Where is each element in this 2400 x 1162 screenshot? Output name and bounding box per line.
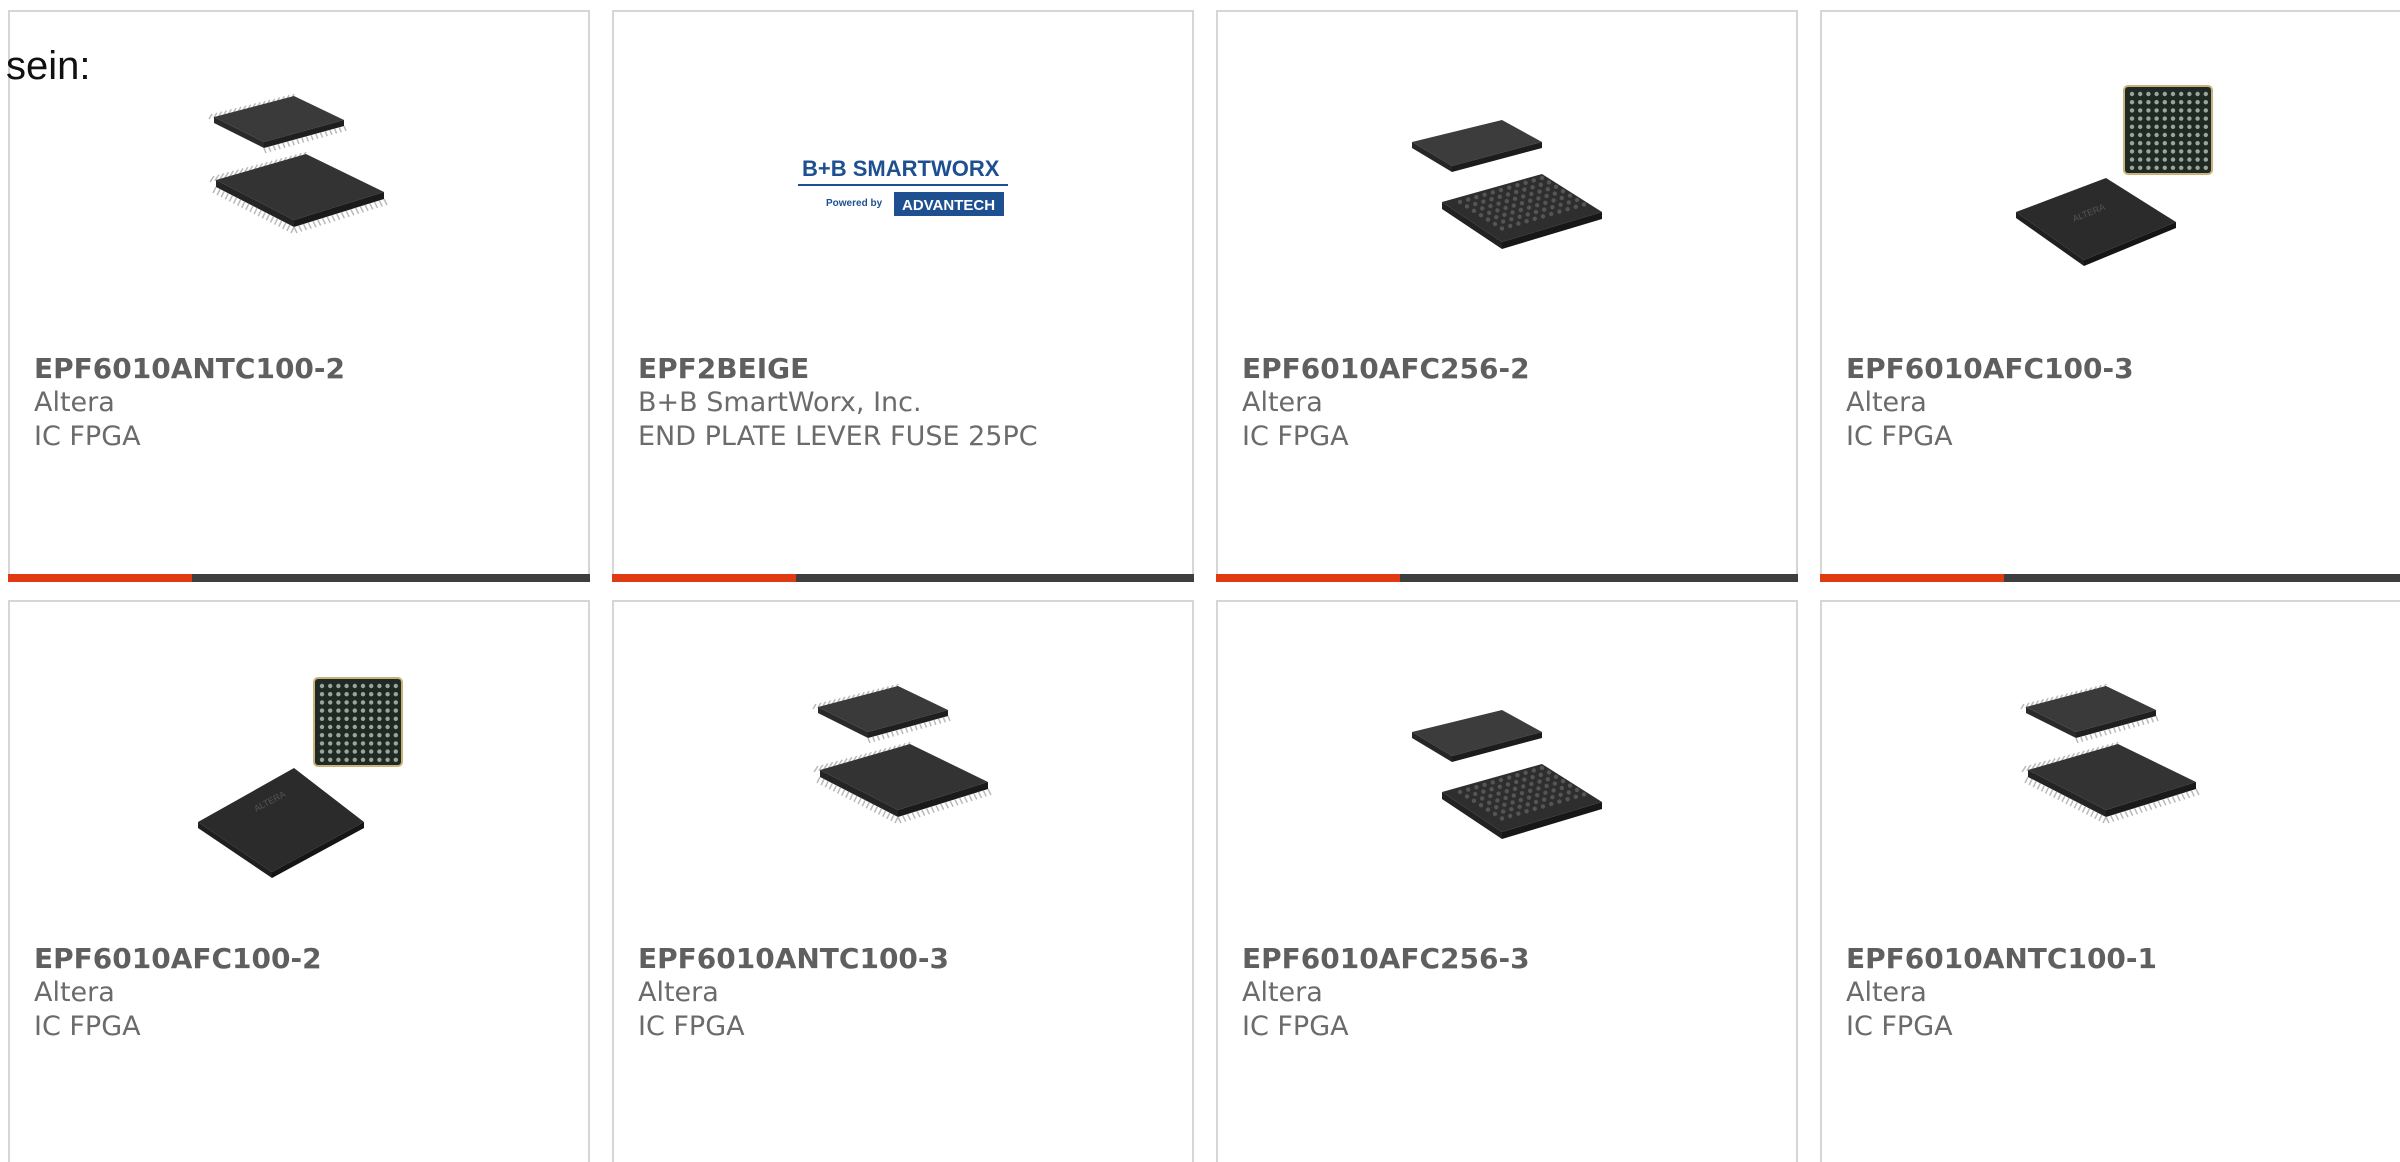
- card-accent-bar: [1216, 574, 1798, 582]
- tqfp-chip-icon: [194, 82, 404, 292]
- svg-text:Powered by: Powered by: [826, 198, 883, 209]
- manufacturer: Altera: [1242, 387, 1323, 418]
- part-number[interactable]: EPF6010AFC256-2: [1242, 352, 1530, 386]
- product-card[interactable]: EPF6010ANTC100-2 Altera IC FPGA: [8, 10, 590, 582]
- manufacturer: Altera: [638, 977, 719, 1008]
- bb-smartworx-logo: B+B SMARTWORX Powered by ADVANTECH: [798, 82, 1008, 292]
- part-number[interactable]: EPF6010ANTC100-2: [34, 352, 345, 386]
- product-card[interactable]: ALTERA EPF6010AFC100-2 Altera IC FPGA: [8, 600, 590, 1162]
- product-card[interactable]: EPF6010AFC256-2 Altera IC FPGA: [1216, 10, 1798, 582]
- card-accent-bar: [8, 574, 590, 582]
- part-number[interactable]: EPF2BEIGE: [638, 352, 809, 386]
- manufacturer: Altera: [1846, 977, 1927, 1008]
- product-card[interactable]: EPF6010AFC256-3 Altera IC FPGA: [1216, 600, 1798, 1162]
- product-card[interactable]: ALTERA EPF6010AFC100-3 Altera IC FPGA: [1820, 10, 2400, 582]
- svg-text:ADVANTECH: ADVANTECH: [902, 197, 995, 214]
- manufacturer: Altera: [34, 977, 115, 1008]
- product-card[interactable]: EPF6010ANTC100-1 Altera IC FPGA: [1820, 600, 2400, 1162]
- product-card[interactable]: EPF6010ANTC100-3 Altera IC FPGA: [612, 600, 1194, 1162]
- manufacturer: B+B SmartWorx, Inc.: [638, 387, 922, 418]
- manufacturer: Altera: [1242, 977, 1323, 1008]
- card-accent-bar: [1820, 574, 2400, 582]
- product-card[interactable]: B+B SMARTWORX Powered by ADVANTECH EPF2B…: [612, 10, 1194, 582]
- description: IC FPGA: [34, 421, 141, 452]
- description: IC FPGA: [638, 1011, 745, 1042]
- part-number[interactable]: EPF6010AFC100-3: [1846, 352, 2134, 386]
- description: IC FPGA: [1846, 421, 1953, 452]
- part-number[interactable]: EPF6010AFC256-3: [1242, 942, 1530, 976]
- description: END PLATE LEVER FUSE 25PC: [638, 421, 1038, 452]
- part-number[interactable]: EPF6010ANTC100-3: [638, 942, 949, 976]
- description: IC FPGA: [1242, 421, 1349, 452]
- bga-chip-icon: [1402, 82, 1612, 292]
- description: IC FPGA: [1846, 1011, 1953, 1042]
- part-number[interactable]: EPF6010ANTC100-1: [1846, 942, 2157, 976]
- tqfp-chip-icon: [798, 672, 1008, 882]
- intro-text: sein:: [6, 44, 91, 88]
- bga-chip-icon: [1402, 672, 1612, 882]
- description: IC FPGA: [34, 1011, 141, 1042]
- product-grid-page: sein: EPF6010ANTC100-2 Altera IC FPGA B+…: [0, 0, 2400, 1162]
- part-number[interactable]: EPF6010AFC100-2: [34, 942, 322, 976]
- card-accent-bar: [612, 574, 1194, 582]
- fbga-chip-icon: ALTERA: [194, 672, 404, 882]
- manufacturer: Altera: [34, 387, 115, 418]
- svg-text:B+B SMARTWORX: B+B SMARTWORX: [802, 156, 1000, 181]
- fbga-chip-icon: ALTERA: [2006, 82, 2216, 292]
- tqfp-chip-icon: [2006, 672, 2216, 882]
- manufacturer: Altera: [1846, 387, 1927, 418]
- description: IC FPGA: [1242, 1011, 1349, 1042]
